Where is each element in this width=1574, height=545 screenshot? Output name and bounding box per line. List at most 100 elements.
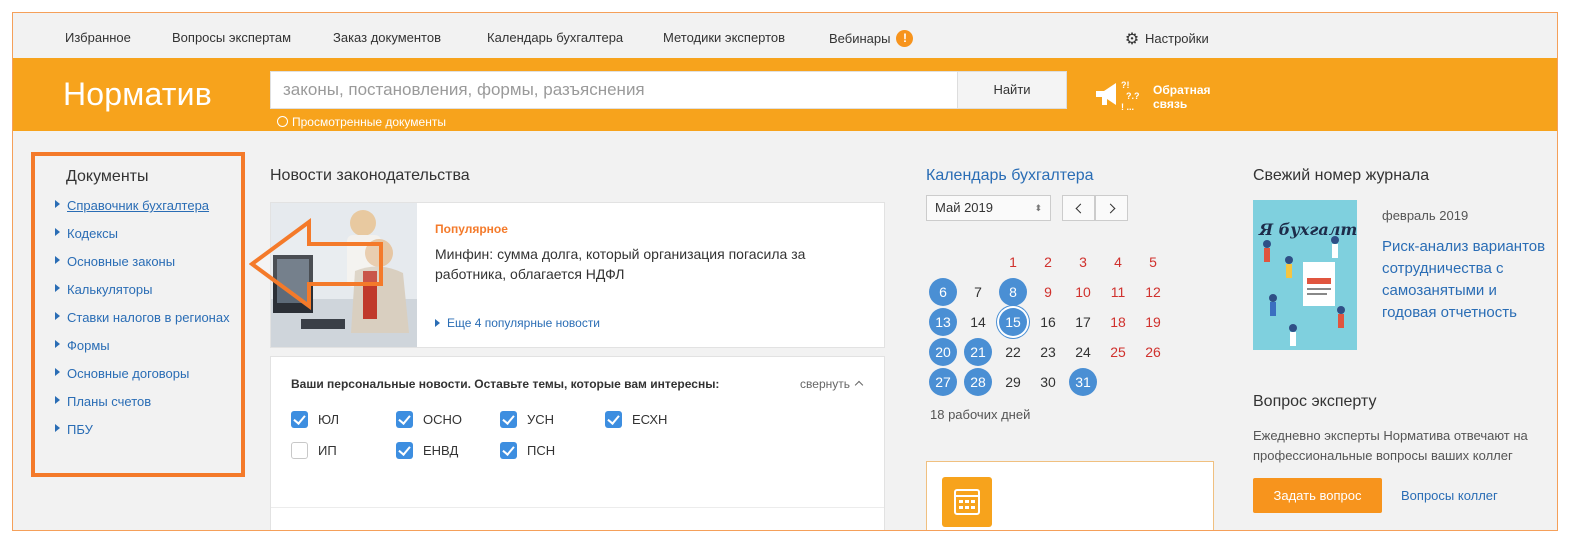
popular-tag: Популярное xyxy=(435,222,508,236)
feedback-label: Обратная связь xyxy=(1153,83,1211,111)
calendar-day[interactable]: 10 xyxy=(1069,278,1097,306)
month-select-value: Май 2019 xyxy=(935,200,993,215)
personal-news-card: Ваши персональные новости. Оставьте темы… xyxy=(270,356,885,530)
triangle-right-icon xyxy=(55,228,60,236)
documents-sidebar: Документы Справочник бухгалтера Кодексы … xyxy=(31,152,245,477)
calendar-day[interactable]: 22 xyxy=(999,338,1027,366)
annotation-arrow-icon xyxy=(249,218,383,310)
topic-checkbox-psn[interactable]: ПСН xyxy=(500,442,555,459)
topic-checkbox-envd[interactable]: ЕНВД xyxy=(396,442,458,459)
calendar-day[interactable]: 25 xyxy=(1104,338,1132,366)
triangle-right-icon xyxy=(55,284,60,292)
calendar-day[interactable]: 24 xyxy=(1069,338,1097,366)
topic-checkbox-osno[interactable]: ОСНО xyxy=(396,411,462,428)
calendar-day[interactable]: 2 xyxy=(1034,248,1062,276)
calendar-day[interactable]: 11 xyxy=(1104,278,1132,306)
journal-date: февраль 2019 xyxy=(1382,208,1469,223)
triangle-right-icon xyxy=(435,319,440,327)
sidebar-item-chart-of-accounts[interactable]: Планы счетов xyxy=(55,394,230,422)
calendar-day[interactable]: 18 xyxy=(1104,308,1132,336)
calendar-title[interactable]: Календарь бухгалтера xyxy=(926,167,1094,185)
checkbox-checked-icon xyxy=(605,411,622,428)
sidebar-item-calculators[interactable]: Калькуляторы xyxy=(55,282,230,310)
calendar-day[interactable]: 7 xyxy=(964,278,992,306)
collapse-label: свернуть xyxy=(800,377,850,391)
calendar-day[interactable]: 26 xyxy=(1139,338,1167,366)
search-button[interactable]: Найти xyxy=(957,71,1067,109)
sidebar-item-regional-tax-rates[interactable]: Ставки налогов в регионах xyxy=(55,310,230,338)
sidebar-item-main-contracts[interactable]: Основные договоры xyxy=(55,366,230,394)
ask-expert-title: Вопрос эксперту xyxy=(1253,393,1377,410)
search-input[interactable] xyxy=(271,72,957,108)
collapse-button[interactable]: свернуть xyxy=(800,377,864,391)
calendar-day[interactable]: 27 xyxy=(929,368,957,396)
sidebar-item-accountant-reference[interactable]: Справочник бухгалтера xyxy=(55,198,230,226)
journal-headline-link[interactable]: Риск-анализ вариантов сотрудничества с с… xyxy=(1382,236,1552,324)
calendar-day[interactable]: 3 xyxy=(1069,248,1097,276)
personal-news-title: Ваши персональные новости. Оставьте темы… xyxy=(291,377,720,391)
more-popular-news-link[interactable]: Еще 4 популярные новости xyxy=(435,316,600,330)
colleagues-questions-link[interactable]: Вопросы коллег xyxy=(1401,488,1498,503)
sidebar-item-label: Калькуляторы xyxy=(67,282,153,297)
svg-text:! ...: ! ... xyxy=(1121,102,1134,112)
calendar-day[interactable]: 28 xyxy=(964,368,992,396)
calendar-day[interactable]: 5 xyxy=(1139,248,1167,276)
top-navigation: Избранное Вопросы экспертам Заказ докуме… xyxy=(13,13,1557,58)
calendar-day[interactable]: 1 xyxy=(999,248,1027,276)
calendar-day[interactable]: 13 xyxy=(929,308,957,336)
calendar-day[interactable]: 15 xyxy=(999,308,1027,336)
header-bar: Норматив Найти Просмотренные документы ?… xyxy=(13,58,1557,131)
topic-checkbox-usn[interactable]: УСН xyxy=(500,411,554,428)
calendar-day[interactable]: 31 xyxy=(1069,368,1097,396)
sidebar-item-codes[interactable]: Кодексы xyxy=(55,226,230,254)
nav-expert-methods[interactable]: Методики экспертов xyxy=(663,30,785,45)
svg-text:?.?: ?.? xyxy=(1126,91,1140,101)
feedback-link[interactable]: ?! ?.? ! ... Обратная связь xyxy=(1094,77,1224,113)
calendar-day[interactable]: 29 xyxy=(999,368,1027,396)
calendar-day[interactable]: 20 xyxy=(929,338,957,366)
nav-webinars-label: Вебинары xyxy=(829,31,891,46)
calendar-day[interactable]: 12 xyxy=(1139,278,1167,306)
news-section-title: Новости законодательства xyxy=(270,167,470,184)
topic-label: ПСН xyxy=(527,443,556,458)
calendar-next-button[interactable] xyxy=(1095,195,1128,221)
divider xyxy=(271,507,884,508)
sidebar-item-main-laws[interactable]: Основные законы xyxy=(55,254,230,282)
sidebar-item-label: Ставки налогов в регионах xyxy=(67,310,230,325)
nav-order-documents[interactable]: Заказ документов xyxy=(333,30,441,45)
calendar-day[interactable]: 21 xyxy=(964,338,992,366)
calendar-prev-button[interactable] xyxy=(1062,195,1095,221)
topic-checkbox-yul[interactable]: ЮЛ xyxy=(291,411,339,428)
site-logo[interactable]: Норматив xyxy=(63,76,212,113)
calendar-day[interactable]: 16 xyxy=(1034,308,1062,336)
calendar-day[interactable]: 30 xyxy=(1034,368,1062,396)
settings-button[interactable]: ⚙ Настройки xyxy=(1124,29,1209,49)
calendar-icon[interactable] xyxy=(942,477,992,527)
calendar-day[interactable]: 8 xyxy=(999,278,1027,306)
calendar-day[interactable]: 9 xyxy=(1034,278,1062,306)
viewed-documents-link[interactable]: Просмотренные документы xyxy=(277,115,446,129)
nav-expert-questions[interactable]: Вопросы экспертам xyxy=(172,30,291,45)
sidebar-item-forms[interactable]: Формы xyxy=(55,338,230,366)
workdays-count: 18 рабочих дней xyxy=(930,407,1031,422)
topic-checkbox-eskhn[interactable]: ЕСХН xyxy=(605,411,667,428)
calendar-day[interactable]: 19 xyxy=(1139,308,1167,336)
feedback-line2: связь xyxy=(1153,97,1188,111)
topic-checkbox-ip[interactable]: ИП xyxy=(291,442,337,459)
month-select[interactable]: Май 2019 ⬍ xyxy=(926,195,1051,221)
checkbox-checked-icon xyxy=(500,411,517,428)
journal-cover[interactable]: Я бухгалтер xyxy=(1253,200,1357,350)
calendar-day[interactable]: 23 xyxy=(1034,338,1062,366)
sidebar-item-pbu[interactable]: ПБУ xyxy=(55,422,230,450)
nav-accountant-calendar[interactable]: Календарь бухгалтера xyxy=(487,30,623,45)
calendar-day[interactable]: 17 xyxy=(1069,308,1097,336)
nav-webinars[interactable]: Вебинары! xyxy=(829,30,914,47)
calendar-day[interactable]: 4 xyxy=(1104,248,1132,276)
journal-cover-title: Я бухгалтер xyxy=(1259,220,1357,239)
ask-question-button[interactable]: Задать вопрос xyxy=(1253,478,1382,513)
news-headline[interactable]: Минфин: сумма долга, который организация… xyxy=(435,244,865,284)
calendar-day[interactable]: 14 xyxy=(964,308,992,336)
sidebar-item-label: Формы xyxy=(67,338,110,353)
nav-favorites[interactable]: Избранное xyxy=(65,30,131,45)
calendar-day[interactable]: 6 xyxy=(929,278,957,306)
